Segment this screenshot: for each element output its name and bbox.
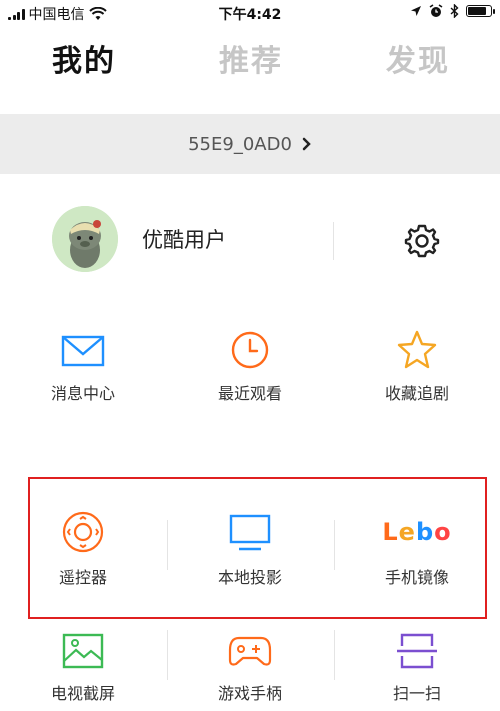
battery-icon xyxy=(466,5,495,17)
lebo-logo: Lebo xyxy=(382,518,452,546)
tab-mine[interactable]: 我的 xyxy=(52,36,116,80)
top-tabs: 我的 推荐 发现 xyxy=(0,30,500,86)
status-bar: 中国电信 下午4:42 xyxy=(0,0,500,26)
tool-label: 扫一扫 xyxy=(392,684,441,703)
star-icon xyxy=(397,330,437,369)
remote-icon xyxy=(62,511,104,553)
tool-remote[interactable]: 遥控器 xyxy=(0,510,166,588)
shortcut-messages[interactable]: 消息中心 xyxy=(0,330,166,404)
tool-label: 游戏手柄 xyxy=(217,684,282,703)
gear-icon[interactable] xyxy=(403,222,441,260)
location-icon xyxy=(411,6,421,16)
divider xyxy=(333,222,334,260)
bluetooth-icon xyxy=(450,4,459,18)
tool-gamepad[interactable]: 游戏手柄 xyxy=(167,632,333,704)
chevron-right-icon xyxy=(302,137,311,151)
gamepad-icon xyxy=(228,636,272,666)
device-bar[interactable]: 55E9_0AD0 xyxy=(0,114,500,174)
clock-icon xyxy=(231,331,269,369)
device-name: 55E9_0AD0 xyxy=(188,133,292,155)
tool-label: 遥控器 xyxy=(58,568,107,587)
tool-label: 手机镜像 xyxy=(384,568,449,587)
tool-scan[interactable]: 扫一扫 xyxy=(334,632,500,704)
tool-mirror[interactable]: Lebo 手机镜像 xyxy=(334,510,500,588)
tool-tv-screenshot[interactable]: 电视截屏 xyxy=(0,632,166,704)
shortcut-favorites[interactable]: 收藏追剧 xyxy=(334,330,500,404)
tool-label: 本地投影 xyxy=(217,568,282,587)
shortcut-label: 收藏追剧 xyxy=(384,384,449,403)
tool-label: 电视截屏 xyxy=(50,684,115,703)
tool-local-projection[interactable]: 本地投影 xyxy=(167,510,333,588)
username[interactable]: 优酷用户 xyxy=(142,224,226,254)
picture-icon xyxy=(62,633,104,669)
mail-icon xyxy=(61,335,105,367)
avatar[interactable] xyxy=(52,206,118,272)
tab-recommend[interactable]: 推荐 xyxy=(219,36,283,80)
alarm-icon xyxy=(429,4,443,17)
scan-icon xyxy=(397,633,437,669)
shortcut-label: 消息中心 xyxy=(50,384,115,403)
user-row: 优酷用户 xyxy=(0,200,500,278)
tv-icon xyxy=(229,514,271,551)
shortcut-recent[interactable]: 最近观看 xyxy=(167,330,333,404)
tab-discover[interactable]: 发现 xyxy=(386,36,450,80)
shortcut-label: 最近观看 xyxy=(217,384,282,403)
